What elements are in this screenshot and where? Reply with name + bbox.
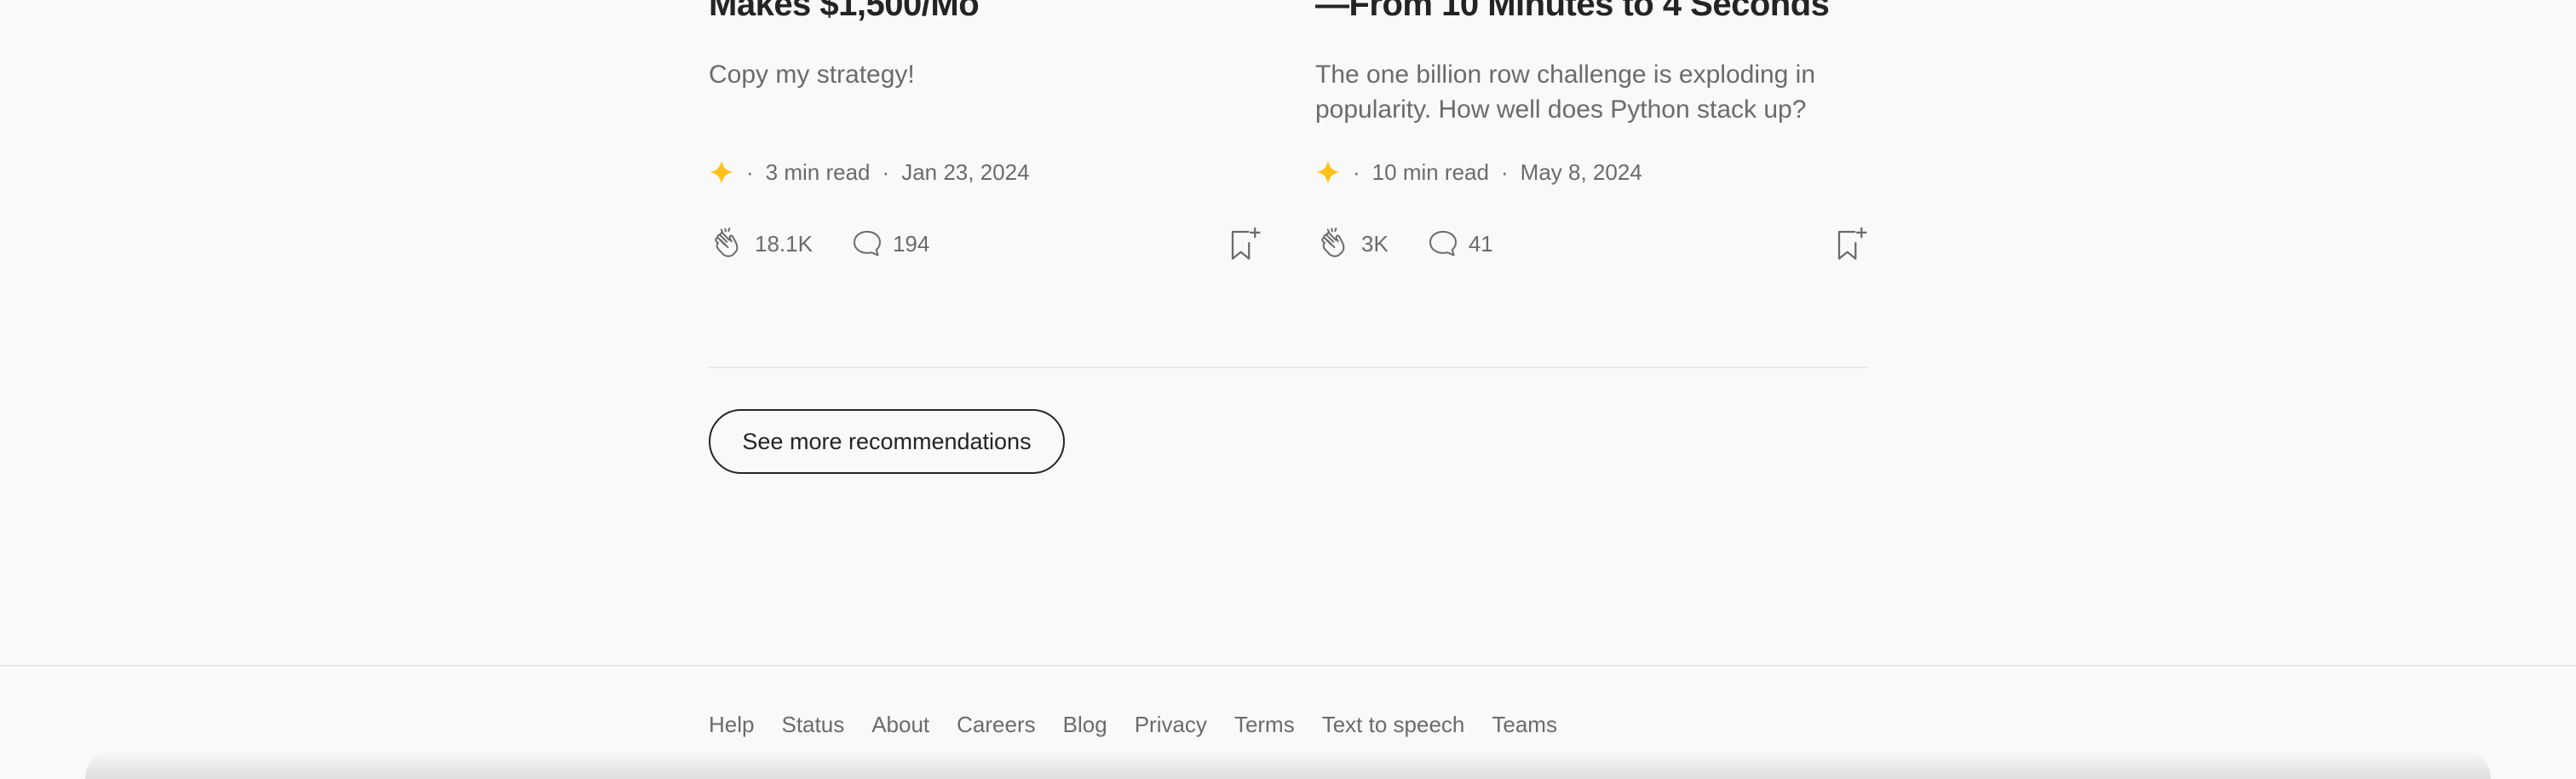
footer-link-terms[interactable]: Terms [1234, 712, 1295, 738]
footer-link-help[interactable]: Help [709, 712, 754, 738]
comment-icon [853, 230, 881, 257]
clap-icon [1321, 228, 1345, 257]
save-button[interactable] [1227, 224, 1262, 263]
meta-separator: · [746, 159, 754, 185]
footer-link-text-to-speech[interactable]: Text to speech [1322, 712, 1465, 738]
clap-icon [715, 228, 739, 257]
meta-separator: · [1500, 159, 1509, 185]
star-icon [1315, 159, 1341, 185]
article-title-line[interactable]: Makes $1,500/Mo [709, 0, 1288, 26]
responses-button[interactable]: 194 [850, 227, 929, 261]
bookmark-add-icon [1837, 227, 1867, 260]
footer-link-status[interactable]: Status [781, 712, 844, 738]
meta-separator: · [882, 159, 890, 185]
meta-separator: · [1353, 159, 1360, 185]
footer-link-teams[interactable]: Teams [1492, 712, 1557, 738]
article-meta: · 3 min read · Jan 23, 2024 [709, 157, 1030, 188]
see-more-recommendations-button[interactable]: See more recommendations [709, 409, 1065, 474]
response-count: 194 [892, 230, 930, 257]
clap-button[interactable]: 18.1K [709, 225, 813, 263]
read-time: 10 min read [1371, 159, 1489, 185]
save-button[interactable] [1833, 224, 1869, 263]
publish-date: May 8, 2024 [1520, 159, 1642, 185]
article-actions: 3K 41 [1315, 223, 1869, 264]
footer-link-privacy[interactable]: Privacy [1135, 712, 1207, 738]
article-actions: 18.1K 194 [709, 223, 1262, 264]
article-subtitle[interactable]: Copy my strategy! [709, 57, 1271, 92]
publish-date: Jan 23, 2024 [901, 159, 1030, 185]
footer-link-about[interactable]: About [871, 712, 929, 738]
window-bottom-shadow [85, 750, 2491, 779]
footer-link-careers[interactable]: Careers [957, 712, 1035, 738]
footer-divider [0, 665, 2576, 666]
clap-count: 3K [1361, 230, 1389, 257]
clap-count: 18.1K [755, 230, 813, 257]
response-count: 41 [1468, 230, 1493, 257]
read-time: 3 min read [765, 159, 871, 185]
bookmark-add-icon [1231, 227, 1261, 260]
article-title-line[interactable]: —From 10 Minutes to 4 Seconds [1315, 0, 1895, 26]
clap-button[interactable]: 3K [1315, 225, 1389, 263]
section-divider [709, 366, 1867, 368]
article-title[interactable]: Makes $1,500/Mo [709, 0, 1288, 26]
star-icon [709, 159, 734, 185]
article-subtitle[interactable]: The one billion row challenge is explodi… [1315, 57, 1877, 127]
article-meta: · 10 min read · May 8, 2024 [1315, 157, 1642, 188]
footer-nav: Help Status About Careers Blog Privacy T… [709, 707, 1584, 741]
article-title[interactable]: —From 10 Minutes to 4 Seconds [1315, 0, 1895, 26]
footer-link-blog[interactable]: Blog [1063, 712, 1107, 738]
responses-button[interactable]: 41 [1426, 227, 1493, 261]
comment-icon [1429, 230, 1457, 257]
